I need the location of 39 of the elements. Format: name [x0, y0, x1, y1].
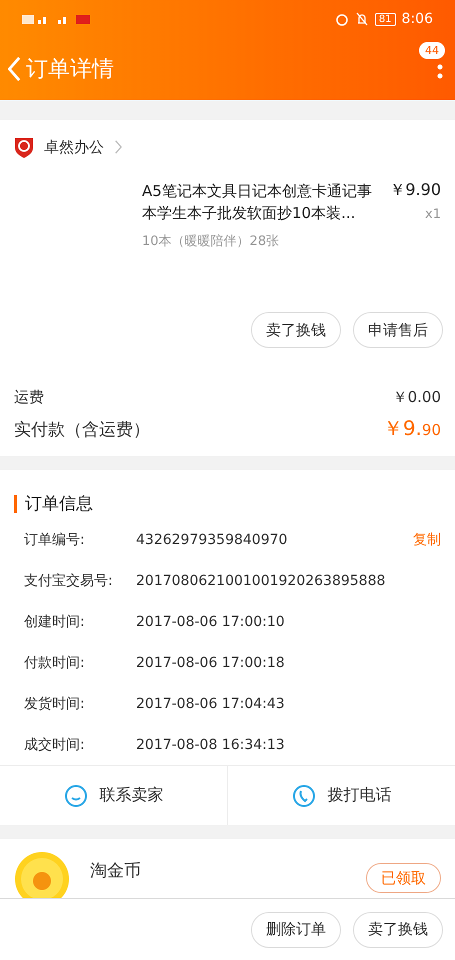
info-label: 付款时间:: [24, 654, 86, 672]
info-value: 2017-08-06 17:00:18: [136, 654, 286, 670]
cost-label: 运费: [14, 388, 44, 407]
product-title[interactable]: A5笔记本文具日记本创意卡通记事本学生本子批发软面抄10本装...: [142, 180, 382, 224]
info-value: 2017080621001001920263895888: [136, 572, 386, 588]
phone-icon: [292, 784, 316, 808]
info-label: 发货时间:: [24, 694, 86, 712]
order-action-button[interactable]: 卖了换钱: [251, 312, 341, 348]
notification-badge: 44: [419, 42, 445, 59]
order-action-button[interactable]: 申请售后: [353, 312, 443, 348]
page-title: 订单详情: [26, 56, 115, 84]
bell-off-icon: [354, 12, 369, 26]
product-price: ￥9.90: [389, 180, 441, 201]
back-icon[interactable]: [8, 56, 22, 82]
chat-icon: [64, 784, 88, 808]
coin-title: 淘金币: [90, 860, 141, 882]
alarm-icon: [334, 12, 349, 26]
info-label: 创建时间:: [24, 612, 86, 630]
info-value: 2017-08-06 17:04:43: [136, 696, 286, 712]
info-value: 2017-08-08 16:34:13: [136, 736, 286, 752]
chevron-right-icon: [114, 140, 122, 154]
info-value: 2017-08-06 17:00:10: [136, 614, 286, 630]
section-title: 订单信息: [25, 493, 93, 515]
signal-icon: [22, 13, 92, 25]
info-label: 订单编号:: [24, 530, 86, 548]
info-label: 成交时间:: [24, 736, 86, 754]
order-action-button[interactable]: 卖了换钱: [353, 912, 443, 948]
product-quantity: x1: [425, 207, 441, 222]
info-label: 支付宝交易号:: [24, 572, 114, 590]
order-action-button[interactable]: 删除订单: [251, 912, 341, 948]
cost-value: ￥0.00: [392, 388, 441, 407]
battery-level: 81: [374, 12, 396, 26]
shop-logo-icon: [14, 136, 34, 158]
info-value: 43262979359840970: [136, 532, 288, 548]
cost-label: 实付款（含运费）: [14, 419, 150, 441]
clock-time: 8:06: [402, 11, 433, 27]
shop-name[interactable]: 卓然办公: [44, 138, 104, 156]
product-variant: 10本（暖暖陪伴）28张: [142, 233, 280, 250]
cost-value: ￥9.90: [382, 415, 441, 442]
